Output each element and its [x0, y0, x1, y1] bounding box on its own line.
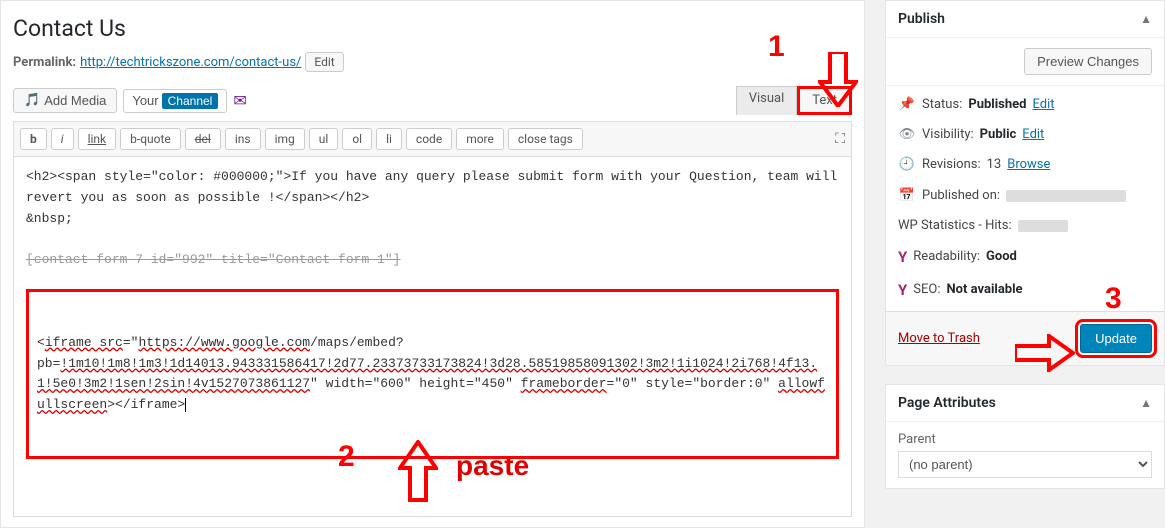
editor-main: Contact Us Permalink: http://techtricksz…: [0, 0, 865, 528]
tab-text[interactable]: Text: [797, 86, 852, 115]
published-on-value-redacted: [1006, 190, 1126, 202]
permalink-url[interactable]: http://techtrickszone.com/contact-us/: [80, 55, 301, 70]
visibility-icon: 👁: [898, 126, 916, 144]
mail-icon[interactable]: ✉: [233, 91, 246, 110]
add-media-label: Add Media: [44, 93, 106, 108]
editor-line1: <h2><span style="color: #000000;">If you…: [26, 169, 845, 205]
seo-value: Not available: [947, 281, 1023, 299]
qt-ul[interactable]: ul: [309, 128, 339, 150]
revisions-count: 13: [987, 156, 1002, 174]
permalink-row: Permalink: http://techtrickszone.com/con…: [13, 52, 852, 72]
permalink-label: Permalink:: [13, 55, 76, 70]
readability-value: Good: [986, 248, 1017, 266]
qt-ins[interactable]: ins: [225, 128, 261, 150]
publish-actions: Move to Trash Update: [886, 311, 1164, 365]
preview-row: Preview Changes: [886, 38, 1164, 86]
publish-box: Publish ▲ Preview Changes 📌 Status: Publ…: [885, 0, 1165, 366]
page-attributes-header[interactable]: Page Attributes ▲: [886, 385, 1164, 422]
revisions-browse-link[interactable]: Browse: [1007, 156, 1050, 174]
qt-li[interactable]: li: [376, 128, 402, 150]
qt-italic[interactable]: i: [51, 128, 74, 150]
editor-tabs: Visual Text: [736, 86, 852, 115]
readability-label: Readability:: [913, 248, 980, 266]
qt-close[interactable]: close tags: [508, 128, 583, 150]
status-row: 📌 Status: Published Edit: [898, 96, 1152, 114]
page-attributes-body: Parent (no parent): [886, 422, 1164, 488]
add-media-button[interactable]: 🎵 Add Media: [13, 88, 117, 113]
yoast-icon-seo: Y: [898, 280, 907, 301]
qt-code[interactable]: code: [406, 128, 452, 150]
qt-bold[interactable]: b: [20, 128, 47, 150]
revisions-icon: 🕘: [898, 156, 916, 174]
main-wrapper: Contact Us Permalink: http://techtricksz…: [0, 0, 865, 528]
your-channel-button[interactable]: Your Channel: [123, 89, 227, 113]
editor-line2: &nbsp;: [26, 211, 73, 226]
qt-del[interactable]: del: [185, 128, 221, 150]
channel-badge: Channel: [162, 93, 219, 109]
parent-label: Parent: [898, 432, 1152, 447]
media-icon: 🎵: [24, 93, 40, 108]
page-attributes-box: Page Attributes ▲ Parent (no parent): [885, 384, 1165, 489]
sidebar-wrapper: Publish ▲ Preview Changes 📌 Status: Publ…: [885, 0, 1165, 528]
seo-row: Y SEO: Not available: [898, 280, 1152, 301]
published-on-row: 📅 Published on:: [898, 187, 1152, 205]
parent-select[interactable]: (no parent): [898, 451, 1152, 478]
channel-your: Your: [132, 93, 158, 108]
qt-more[interactable]: more: [456, 128, 504, 150]
visibility-value: Public: [980, 126, 1017, 144]
publish-title: Publish: [898, 11, 945, 27]
revisions-label: Revisions:: [922, 156, 981, 174]
qt-bquote[interactable]: b-quote: [120, 128, 181, 150]
sidebar: Publish ▲ Preview Changes 📌 Status: Publ…: [885, 0, 1165, 489]
status-label: Status:: [922, 96, 962, 114]
visibility-edit-link[interactable]: Edit: [1022, 126, 1044, 144]
qt-ol[interactable]: ol: [342, 128, 372, 150]
status-edit-link[interactable]: Edit: [1032, 96, 1054, 114]
permalink-edit-button[interactable]: Edit: [305, 52, 343, 72]
move-to-trash-link[interactable]: Move to Trash: [898, 331, 980, 346]
pin-icon: 📌: [898, 96, 916, 114]
calendar-icon: 📅: [898, 187, 916, 205]
revisions-row: 🕘 Revisions: 13 Browse: [898, 156, 1152, 174]
wp-stats-label: WP Statistics - Hits:: [898, 217, 1012, 235]
update-button[interactable]: Update: [1080, 324, 1152, 353]
visibility-label: Visibility:: [922, 126, 974, 144]
seo-label: SEO:: [913, 281, 940, 299]
editor-shortcode: [contact-form-7 id="992" title="Contact …: [26, 252, 400, 267]
page-attributes-title: Page Attributes: [898, 395, 996, 411]
fullscreen-icon[interactable]: ⛶: [835, 131, 845, 147]
qt-link[interactable]: link: [78, 128, 117, 150]
wp-stats-value-redacted: [1018, 220, 1068, 232]
page-title-input[interactable]: Contact Us: [13, 11, 852, 52]
readability-row: Y Readability: Good: [898, 247, 1152, 268]
pasted-iframe-block: <iframe src="https://www.google.com/maps…: [26, 289, 839, 459]
status-value: Published: [968, 96, 1026, 114]
quicktags-toolbar: b i link b-quote del ins img ul ol li co…: [13, 121, 852, 157]
yoast-icon: Y: [898, 247, 907, 268]
collapse-icon-attrs[interactable]: ▲: [1140, 396, 1152, 410]
visibility-row: 👁 Visibility: Public Edit: [898, 126, 1152, 144]
tab-visual[interactable]: Visual: [736, 86, 798, 115]
preview-changes-button[interactable]: Preview Changes: [1024, 48, 1152, 75]
publish-body: 📌 Status: Published Edit 👁 Visibility: P…: [886, 86, 1164, 311]
published-on-label: Published on:: [922, 187, 1000, 205]
publish-box-header[interactable]: Publish ▲: [886, 1, 1164, 38]
text-editor[interactable]: <h2><span style="color: #000000;">If you…: [13, 157, 852, 517]
collapse-icon[interactable]: ▲: [1140, 12, 1152, 26]
wp-stats-row: WP Statistics - Hits:: [898, 217, 1152, 235]
qt-img[interactable]: img: [265, 128, 305, 150]
media-toolbar: 🎵 Add Media Your Channel ✉ Visual Text: [13, 86, 852, 115]
